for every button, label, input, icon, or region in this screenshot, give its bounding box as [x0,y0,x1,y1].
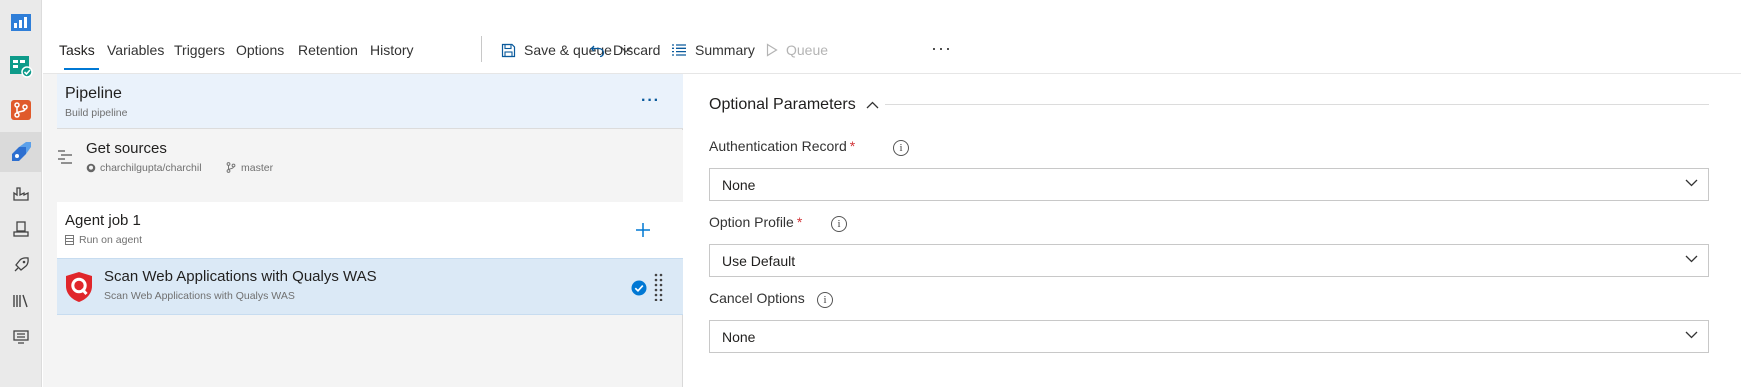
pipeline-row[interactable]: Pipeline Build pipeline ··· [57,74,683,129]
chevron-down-icon [1685,255,1698,263]
tab-variables[interactable]: Variables [107,42,164,58]
cancel-options-value: None [722,329,756,345]
rail-boards[interactable] [0,46,42,86]
rail-builds[interactable] [0,173,42,213]
auth-record-select[interactable]: None [709,168,1709,201]
chevron-up-icon [866,101,879,109]
rail-pipelines[interactable] [0,132,42,172]
pipeline-title: Pipeline [65,85,122,102]
enabled-check-icon [631,280,647,296]
queue-button[interactable]: Queue [766,40,828,60]
server-icon [65,235,74,245]
chevron-down-icon [1685,331,1698,339]
chevron-down-icon [1685,179,1698,187]
rail-overview[interactable] [0,2,42,42]
agent-job-row[interactable]: Agent job 1 Run on agent [57,202,683,258]
task-title: Scan Web Applications with Qualys WAS [104,268,377,285]
task-row-qualys-was[interactable]: Scan Web Applications with Qualys WAS Sc… [57,258,683,315]
tab-tasks[interactable]: Tasks [59,42,95,58]
undo-icon [590,45,605,57]
rail-agents[interactable] [0,209,42,249]
optional-parameters-header[interactable]: Optional Parameters [709,96,879,114]
agent-job-title: Agent job 1 [65,212,141,229]
save-icon [501,43,516,57]
discard-button[interactable]: Discard [590,40,660,60]
cancel-options-label: Cancel Options [709,290,805,306]
option-profile-value: Use Default [722,253,796,269]
tab-retention[interactable]: Retention [298,42,358,58]
section-title: Optional Parameters [709,96,856,113]
auth-record-value: None [722,177,756,193]
auth-record-label: Authentication Record * [709,138,855,154]
more-actions-button[interactable]: ··· [931,38,952,59]
rail-repos[interactable] [0,90,42,130]
task-details-panel: Optional Parameters Authentication Recor… [684,74,1741,387]
active-tab-indicator [64,68,99,70]
drag-handle-icon[interactable] [654,273,663,301]
info-icon[interactable]: i [831,216,847,232]
pipeline-more-button[interactable]: ··· [641,92,660,110]
get-sources-icon [58,150,72,164]
qualys-shield-icon [66,272,92,302]
section-divider [885,104,1709,105]
product-nav-rail [0,0,42,387]
info-icon[interactable]: i [817,292,833,308]
task-groups-icon [13,330,29,344]
tab-history[interactable]: History [370,42,414,58]
app-root: Tasks Variables Triggers Options Retenti… [0,0,1741,387]
required-marker: * [849,138,856,154]
cancel-options-select[interactable]: None [709,320,1709,353]
add-task-icon[interactable] [635,222,651,238]
list-icon [672,44,686,56]
branch-name: master [241,162,274,174]
summary-label: Summary [695,42,755,58]
get-sources-title: Get sources [86,140,167,157]
pipeline-tasks-panel: Pipeline Build pipeline ··· Get sources … [43,74,683,387]
required-marker: * [796,214,803,230]
tab-triggers[interactable]: Triggers [174,42,225,58]
rail-releases[interactable] [0,245,42,285]
agent-job-subtitle: Run on agent [79,234,143,246]
builds-icon [13,187,29,201]
releases-icon [14,257,29,272]
info-icon[interactable]: i [893,140,909,156]
repos-icon [11,100,31,120]
tab-options[interactable]: Options [236,42,284,58]
task-subtitle: Scan Web Applications with Qualys WAS [104,290,295,302]
queue-label: Queue [786,42,829,58]
github-icon [86,163,96,173]
auth-record-label-text: Authentication Record [709,138,847,154]
branch-icon [226,162,236,173]
agent-pools-icon [13,221,29,237]
pipeline-subtitle: Build pipeline [65,107,128,119]
option-profile-label-text: Option Profile [709,214,794,230]
toolbar-divider [481,36,482,62]
library-icon [13,294,28,308]
get-sources-row[interactable]: Get sources charchilgupta/charchil maste… [43,130,683,202]
summary-button[interactable]: Summary [671,40,755,60]
option-profile-select[interactable]: Use Default [709,244,1709,277]
option-profile-label: Option Profile * [709,214,802,230]
editor-toolbar: Tasks Variables Triggers Options Retenti… [43,0,1741,74]
overview-icon [11,14,31,31]
repository-name: charchilgupta/charchil [100,162,202,174]
rail-library[interactable] [0,281,42,321]
discard-label: Discard [613,42,661,58]
play-icon [766,43,778,57]
boards-icon [10,56,33,78]
rail-task-groups[interactable] [0,317,42,357]
pipelines-icon [12,142,31,161]
